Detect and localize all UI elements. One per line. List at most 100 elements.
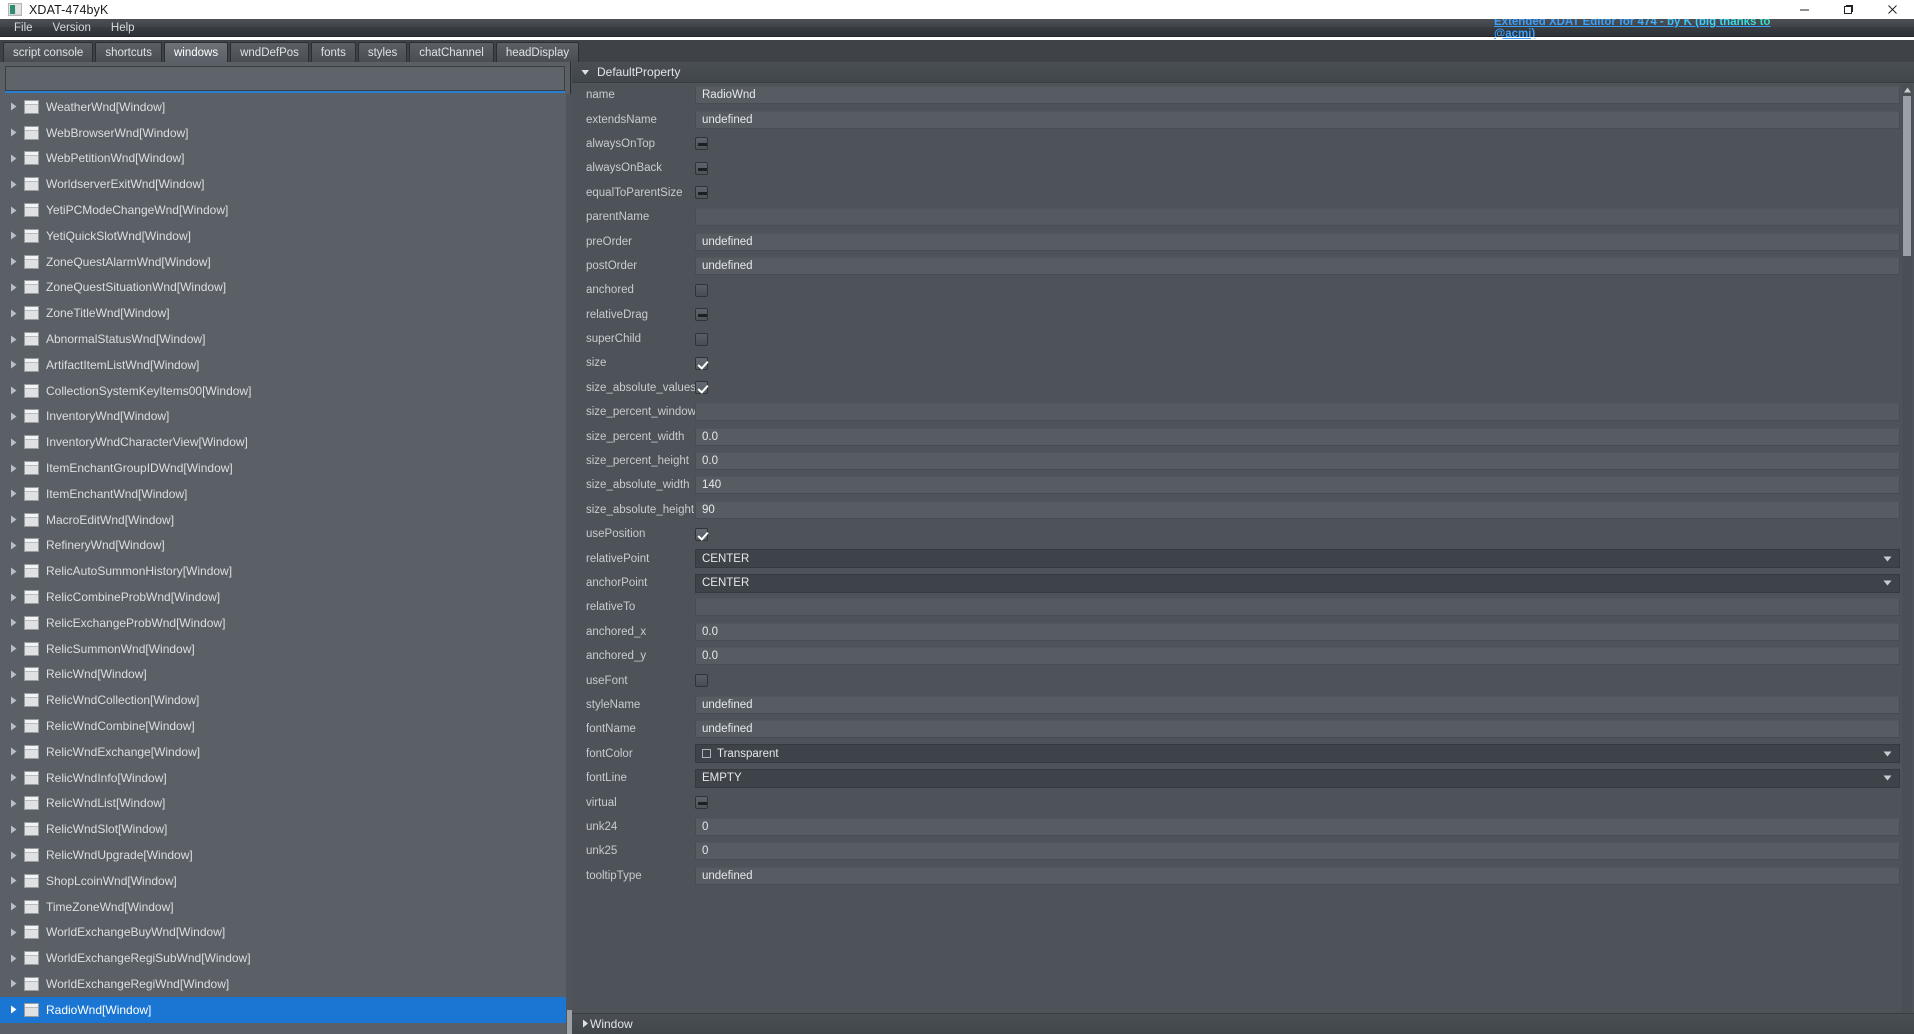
property-text-input[interactable]: undefined xyxy=(695,866,1900,885)
tree-item[interactable]: YetiPCModeChangeWnd[Window] xyxy=(0,197,571,223)
tab-windows[interactable]: windows xyxy=(163,42,229,62)
chevron-right-icon[interactable] xyxy=(8,617,20,629)
chevron-down-icon[interactable] xyxy=(1883,575,1892,592)
property-text-input[interactable]: 0 xyxy=(695,817,1900,836)
tab-fonts[interactable]: fonts xyxy=(310,42,356,62)
chevron-right-icon[interactable] xyxy=(8,591,20,603)
tree-item[interactable]: RefineryWnd[Window] xyxy=(0,533,571,559)
tree-item[interactable]: RelicExchangeProbWnd[Window] xyxy=(0,610,571,636)
tree-item[interactable]: InventoryWndCharacterView[Window] xyxy=(0,429,571,455)
chevron-right-icon[interactable] xyxy=(8,101,20,113)
minimize-button[interactable] xyxy=(1782,0,1826,19)
tree-item[interactable]: WebPetitionWnd[Window] xyxy=(0,146,571,172)
property-checkbox[interactable] xyxy=(695,796,708,810)
tab-shortcuts[interactable]: shortcuts xyxy=(95,42,162,62)
chevron-down-icon[interactable] xyxy=(1883,550,1892,567)
tab-script-console[interactable]: script console xyxy=(3,42,94,62)
tree-item[interactable]: InventoryWnd[Window] xyxy=(0,404,571,430)
tree-item[interactable]: RelicWndCombine[Window] xyxy=(0,713,571,739)
tree-search-input[interactable] xyxy=(5,66,565,91)
property-checkbox[interactable] xyxy=(695,381,708,395)
property-text-input[interactable]: undefined xyxy=(695,256,1900,275)
tree-item[interactable]: WeatherWnd[Window] xyxy=(0,94,571,120)
chevron-right-icon[interactable] xyxy=(8,746,20,758)
tree-item[interactable]: RelicWnd[Window] xyxy=(0,662,571,688)
tab-wnddefpos[interactable]: wndDefPos xyxy=(230,42,309,62)
property-text-input[interactable]: 90 xyxy=(695,500,1900,519)
chevron-right-icon[interactable] xyxy=(8,849,20,861)
tree-item[interactable]: RelicWndUpgrade[Window] xyxy=(0,842,571,868)
chevron-down-icon[interactable] xyxy=(1883,745,1892,762)
property-text-input[interactable]: 0.0 xyxy=(695,452,1900,471)
tree-item[interactable]: ZoneTitleWnd[Window] xyxy=(0,300,571,326)
chevron-right-icon[interactable] xyxy=(8,720,20,732)
chevron-right-icon[interactable] xyxy=(8,901,20,913)
tree-item[interactable]: RelicWndInfo[Window] xyxy=(0,765,571,791)
tree-item[interactable]: WorldExchangeRegiWnd[Window] xyxy=(0,971,571,997)
section-header-defaultproperty[interactable]: DefaultProperty xyxy=(572,62,1914,83)
property-text-input[interactable]: 0.0 xyxy=(695,427,1900,446)
section-header-window[interactable]: Window xyxy=(572,1013,1914,1034)
window-tree[interactable]: WeatherWnd[Window] WebBrowserWnd[Window] W… xyxy=(0,94,571,1034)
chevron-right-icon[interactable] xyxy=(8,307,20,319)
tree-item[interactable]: YetiQuickSlotWnd[Window] xyxy=(0,223,571,249)
tree-item[interactable]: WorldExchangeBuyWnd[Window] xyxy=(0,920,571,946)
property-text-input[interactable] xyxy=(695,598,1900,617)
tree-item[interactable]: ZoneQuestSituationWnd[Window] xyxy=(0,275,571,301)
tree-item[interactable]: RelicWndSlot[Window] xyxy=(0,816,571,842)
property-text-input[interactable]: undefined xyxy=(695,232,1900,251)
scroll-up-arrow-icon[interactable] xyxy=(1902,84,1912,95)
property-dropdown[interactable]: CENTER xyxy=(695,573,1900,593)
tree-item[interactable]: WorldserverExitWnd[Window] xyxy=(0,171,571,197)
tree-item[interactable]: ItemEnchantGroupIDWnd[Window] xyxy=(0,455,571,481)
maximize-button[interactable] xyxy=(1826,0,1870,19)
chevron-right-icon[interactable] xyxy=(8,823,20,835)
property-text-input[interactable]: RadioWnd xyxy=(695,86,1900,105)
chevron-right-icon[interactable] xyxy=(8,359,20,371)
chevron-right-icon[interactable] xyxy=(8,539,20,551)
property-dropdown[interactable]: Transparent xyxy=(695,744,1900,764)
chevron-right-icon[interactable] xyxy=(8,462,20,474)
chevron-right-icon[interactable] xyxy=(8,488,20,500)
tree-item[interactable]: ItemEnchantWnd[Window] xyxy=(0,481,571,507)
menu-item-version[interactable]: Version xyxy=(43,19,101,37)
property-text-input[interactable]: 140 xyxy=(695,476,1900,495)
chevron-right-icon[interactable] xyxy=(8,281,20,293)
chevron-right-icon[interactable] xyxy=(8,333,20,345)
tree-item[interactable]: WorldExchangeRegiSubWnd[Window] xyxy=(0,945,571,971)
chevron-right-icon[interactable] xyxy=(8,204,20,216)
property-checkbox[interactable] xyxy=(695,137,708,151)
chevron-right-icon[interactable] xyxy=(8,978,20,990)
property-text-input[interactable]: undefined xyxy=(695,720,1900,739)
editor-credit-link[interactable]: Extended XDAT Editor for 474 - by K (big… xyxy=(1494,16,1914,40)
tab-headdisplay[interactable]: headDisplay xyxy=(495,42,580,62)
tree-item[interactable]: AbnormalStatusWnd[Window] xyxy=(0,326,571,352)
chevron-right-icon[interactable] xyxy=(8,230,20,242)
property-text-input[interactable]: 0.0 xyxy=(695,622,1900,641)
property-checkbox[interactable] xyxy=(695,308,708,322)
tree-item[interactable]: WebBrowserWnd[Window] xyxy=(0,120,571,146)
chevron-right-icon[interactable] xyxy=(8,668,20,680)
menu-item-help[interactable]: Help xyxy=(101,19,145,37)
tree-item[interactable]: MacroEditWnd[Window] xyxy=(0,507,571,533)
tab-styles[interactable]: styles xyxy=(357,42,408,62)
tree-item[interactable]: ArtifactItemListWnd[Window] xyxy=(0,352,571,378)
chevron-right-icon[interactable] xyxy=(8,127,20,139)
tree-item[interactable]: RelicSummonWnd[Window] xyxy=(0,636,571,662)
tree-item[interactable]: RelicCombineProbWnd[Window] xyxy=(0,584,571,610)
chevron-right-icon[interactable] xyxy=(8,565,20,577)
tree-item[interactable]: CollectionSystemKeyItems00[Window] xyxy=(0,378,571,404)
property-text-input[interactable]: 0.0 xyxy=(695,647,1900,666)
menu-item-file[interactable]: File xyxy=(4,19,43,37)
tree-item[interactable]: RelicAutoSummonHistory[Window] xyxy=(0,558,571,584)
property-checkbox[interactable] xyxy=(695,527,708,541)
tree-item[interactable]: RelicWndCollection[Window] xyxy=(0,687,571,713)
chevron-right-icon[interactable] xyxy=(8,410,20,422)
property-dropdown[interactable]: EMPTY xyxy=(695,768,1900,788)
tree-item[interactable]: TimeZoneWnd[Window] xyxy=(0,894,571,920)
chevron-down-icon[interactable] xyxy=(1883,770,1892,787)
chevron-right-icon[interactable] xyxy=(8,952,20,964)
property-text-input[interactable]: 0 xyxy=(695,842,1900,861)
property-checkbox[interactable] xyxy=(695,332,708,346)
chevron-right-icon[interactable] xyxy=(8,926,20,938)
